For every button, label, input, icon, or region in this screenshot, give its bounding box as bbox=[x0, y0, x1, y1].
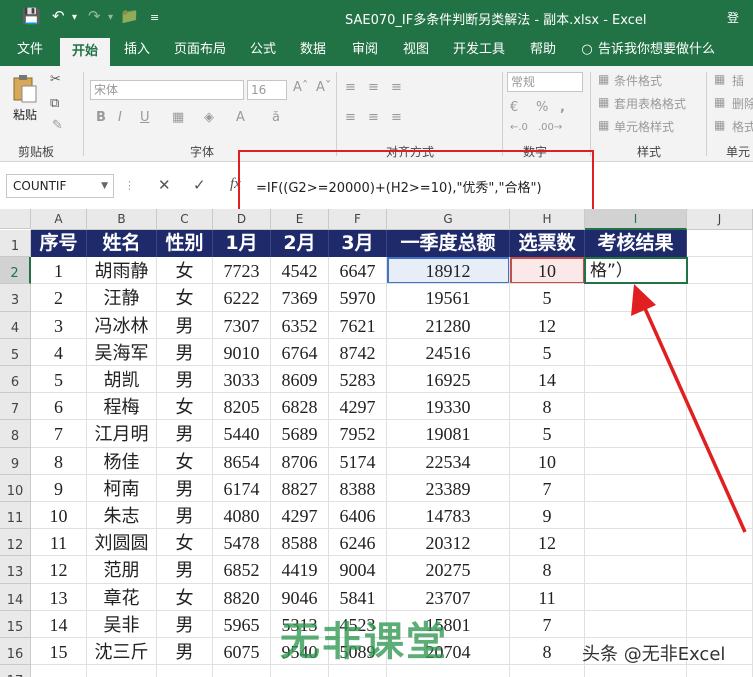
arrow-line bbox=[641, 303, 747, 533]
watermark: 无非课堂 bbox=[280, 619, 448, 665]
table-cell[interactable]: 18912 bbox=[387, 257, 510, 285]
table-cell[interactable]: 10 bbox=[510, 257, 585, 285]
arrow-head bbox=[631, 284, 656, 316]
credit-text: 头条 @无非Excel bbox=[582, 644, 726, 665]
annotation-arrow bbox=[631, 284, 747, 533]
active-cell-i2[interactable]: 格”） bbox=[584, 257, 688, 285]
